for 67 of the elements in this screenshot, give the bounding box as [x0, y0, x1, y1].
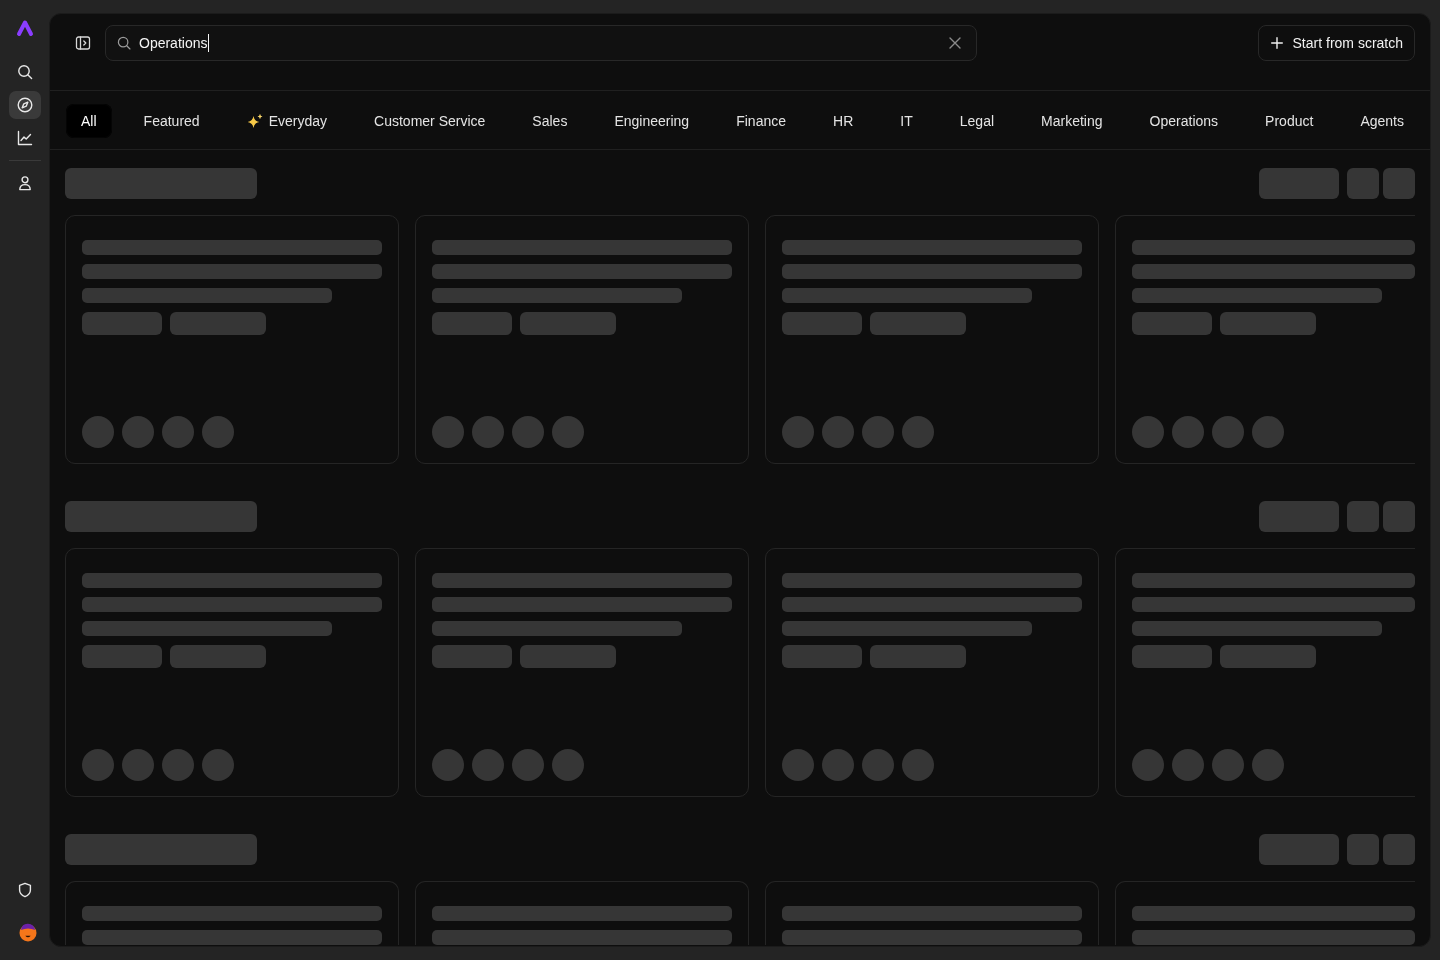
avatar-placeholder [82, 416, 114, 448]
category-tab[interactable]: Featured [128, 104, 215, 138]
avatar-placeholder [122, 749, 154, 781]
avatar-placeholder [1252, 416, 1284, 448]
avatar-placeholder [552, 416, 584, 448]
chart-icon [16, 130, 33, 146]
category-tab[interactable]: Marketing [1026, 104, 1118, 138]
category-tab[interactable]: Agents [1345, 104, 1419, 138]
category-tab[interactable]: Customer Service [359, 104, 501, 138]
control-placeholder [1347, 168, 1379, 199]
control-placeholder [1383, 168, 1415, 199]
avatar-placeholder [472, 749, 504, 781]
avatar-placeholder [552, 749, 584, 781]
avatar-placeholder [782, 416, 814, 448]
category-tab[interactable]: All [66, 104, 112, 138]
category-tab[interactable]: Product [1250, 104, 1329, 138]
sidebar-toggle-icon[interactable] [75, 35, 91, 51]
avatar-placeholder [1252, 749, 1284, 781]
avatar-placeholder [202, 416, 234, 448]
avatar-placeholder [822, 749, 854, 781]
avatar-placeholder [432, 416, 464, 448]
avatar-placeholder [432, 749, 464, 781]
category-tab[interactable]: IT [885, 104, 928, 138]
search-icon [117, 36, 131, 50]
avatar-placeholder [472, 416, 504, 448]
start-from-scratch-button[interactable]: Start from scratch [1257, 25, 1415, 61]
avatar-placeholder [1212, 749, 1244, 781]
control-placeholder [1383, 834, 1415, 865]
sparkle-icon [246, 113, 263, 129]
search-icon [16, 64, 33, 80]
control-placeholder [1347, 834, 1379, 865]
category-tab[interactable]: Finance [721, 104, 801, 138]
category-tab[interactable]: Legal [944, 104, 1010, 138]
plus-icon [1270, 37, 1283, 49]
compass-icon [16, 97, 33, 113]
avatar-icon[interactable] [18, 922, 38, 942]
category-tab[interactable]: Engineering [599, 104, 705, 138]
close-icon[interactable] [949, 37, 961, 49]
avatar-placeholder [862, 749, 894, 781]
control-placeholder [1347, 501, 1379, 532]
avatar-placeholder [512, 416, 544, 448]
user-icon [16, 175, 33, 191]
avatar-placeholder [862, 416, 894, 448]
category-tab[interactable]: Operations [1134, 104, 1234, 138]
avatar-placeholder [902, 416, 934, 448]
avatar-placeholder [122, 416, 154, 448]
avatar-placeholder [1172, 749, 1204, 781]
category-tab[interactable]: Sales [517, 104, 583, 138]
avatar-placeholder [162, 416, 194, 448]
category-tab[interactable]: Everyday [231, 104, 343, 138]
avatar-placeholder [162, 749, 194, 781]
avatar-placeholder [782, 749, 814, 781]
avatar-placeholder [1132, 749, 1164, 781]
avatar-placeholder [1132, 416, 1164, 448]
avatar-placeholder [82, 749, 114, 781]
sidebar-item[interactable] [8, 91, 41, 119]
avatar-placeholder [822, 416, 854, 448]
avatar-placeholder [512, 749, 544, 781]
search-field[interactable]: Operations [105, 25, 977, 61]
avatar-placeholder [1212, 416, 1244, 448]
logo-icon[interactable] [15, 19, 34, 37]
control-placeholder [1383, 501, 1415, 532]
shield-icon [16, 882, 33, 898]
avatar-placeholder [902, 749, 934, 781]
category-tab[interactable]: HR [818, 104, 869, 138]
avatar-placeholder [202, 749, 234, 781]
avatar-placeholder [1172, 416, 1204, 448]
